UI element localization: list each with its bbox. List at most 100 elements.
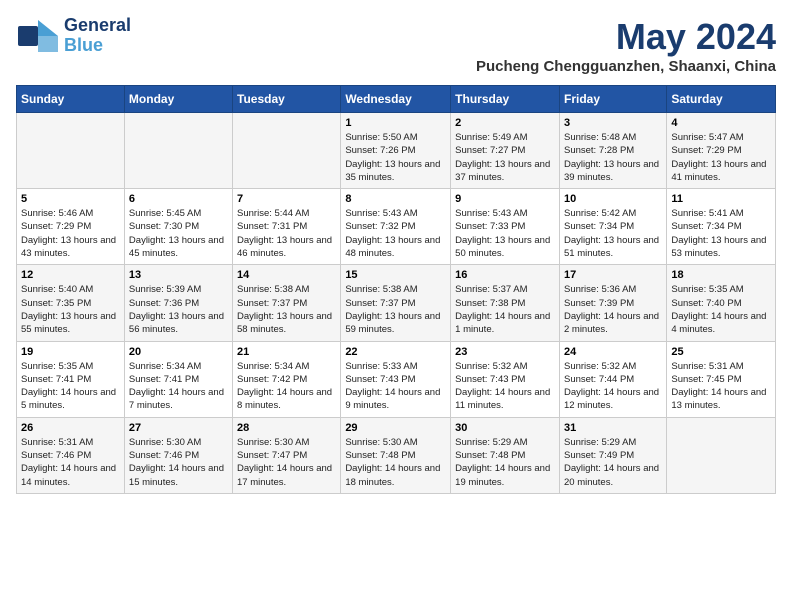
day-number: 8 xyxy=(345,193,446,205)
page-header: General Blue May 2024 Pucheng Chengguanz… xyxy=(16,16,776,75)
day-cell: 11 Sunrise: 5:41 AM Sunset: 7:34 PM Dayli… xyxy=(667,189,776,265)
day-info: Sunrise: 5:38 AM Sunset: 7:37 PM Dayligh… xyxy=(237,283,336,336)
day-cell: 21Sunrise: 5:34 AM Sunset: 7:42 PM Dayli… xyxy=(233,341,341,417)
day-cell: 26Sunrise: 5:31 AM Sunset: 7:46 PM Dayli… xyxy=(17,417,125,493)
day-number: 18 xyxy=(671,269,771,281)
day-cell: 7 Sunrise: 5:44 AM Sunset: 7:31 PM Daylig… xyxy=(233,189,341,265)
day-number: 20 xyxy=(129,346,228,358)
day-info: Sunrise: 5:43 AM Sunset: 7:33 PM Dayligh… xyxy=(455,207,555,260)
day-info: Sunrise: 5:38 AM Sunset: 7:37 PM Dayligh… xyxy=(345,283,446,336)
day-cell: 18 Sunrise: 5:35 AM Sunset: 7:40 PM Dayli… xyxy=(667,265,776,341)
day-number: 31 xyxy=(564,422,662,434)
day-number: 12 xyxy=(21,269,120,281)
day-number: 4 xyxy=(671,117,771,129)
weekday-header-tuesday: Tuesday xyxy=(233,86,341,113)
title-block: May 2024 Pucheng Chengguanzhen, Shaanxi,… xyxy=(476,16,776,75)
day-number: 29 xyxy=(345,422,446,434)
day-info: Sunrise: 5:43 AM Sunset: 7:32 PM Dayligh… xyxy=(345,207,446,260)
day-info: Sunrise: 5:35 AM Sunset: 7:41 PM Dayligh… xyxy=(21,360,120,413)
day-cell: 28Sunrise: 5:30 AM Sunset: 7:47 PM Dayli… xyxy=(233,417,341,493)
day-number: 10 xyxy=(564,193,662,205)
day-number: 11 xyxy=(671,193,771,205)
day-number: 5 xyxy=(21,193,120,205)
day-cell xyxy=(17,113,125,189)
day-info: Sunrise: 5:33 AM Sunset: 7:43 PM Dayligh… xyxy=(345,360,446,413)
logo: General Blue xyxy=(16,16,131,56)
day-cell: 29 Sunrise: 5:30 AM Sunset: 7:48 PM Dayli… xyxy=(341,417,451,493)
week-row-5: 26Sunrise: 5:31 AM Sunset: 7:46 PM Dayli… xyxy=(17,417,776,493)
day-info: Sunrise: 5:41 AM Sunset: 7:34 PM Dayligh… xyxy=(671,207,771,260)
day-cell xyxy=(667,417,776,493)
day-info: Sunrise: 5:42 AM Sunset: 7:34 PM Dayligh… xyxy=(564,207,662,260)
day-info: Sunrise: 5:36 AM Sunset: 7:39 PM Dayligh… xyxy=(564,283,662,336)
day-number: 30 xyxy=(455,422,555,434)
day-number: 6 xyxy=(129,193,228,205)
logo-general: General xyxy=(64,16,131,36)
day-cell xyxy=(233,113,341,189)
day-cell: 19Sunrise: 5:35 AM Sunset: 7:41 PM Dayli… xyxy=(17,341,125,417)
day-cell: 23 Sunrise: 5:32 AM Sunset: 7:43 PM Dayli… xyxy=(451,341,560,417)
day-cell: 12Sunrise: 5:40 AM Sunset: 7:35 PM Dayli… xyxy=(17,265,125,341)
day-info: Sunrise: 5:37 AM Sunset: 7:38 PM Dayligh… xyxy=(455,283,555,336)
day-info: Sunrise: 5:44 AM Sunset: 7:31 PM Dayligh… xyxy=(237,207,336,260)
month-title: May 2024 xyxy=(476,16,776,58)
week-row-4: 19Sunrise: 5:35 AM Sunset: 7:41 PM Dayli… xyxy=(17,341,776,417)
day-info: Sunrise: 5:46 AM Sunset: 7:29 PM Dayligh… xyxy=(21,207,120,260)
day-cell: 25 Sunrise: 5:31 AM Sunset: 7:45 PM Dayli… xyxy=(667,341,776,417)
day-info: Sunrise: 5:48 AM Sunset: 7:28 PM Dayligh… xyxy=(564,131,662,184)
day-cell: 8 Sunrise: 5:43 AM Sunset: 7:32 PM Daylig… xyxy=(341,189,451,265)
day-cell: 16 Sunrise: 5:37 AM Sunset: 7:38 PM Dayli… xyxy=(451,265,560,341)
day-number: 23 xyxy=(455,346,555,358)
week-row-2: 5 Sunrise: 5:46 AM Sunset: 7:29 PM Daylig… xyxy=(17,189,776,265)
weekday-header-friday: Friday xyxy=(559,86,666,113)
day-cell: 30 Sunrise: 5:29 AM Sunset: 7:48 PM Dayli… xyxy=(451,417,560,493)
day-number: 9 xyxy=(455,193,555,205)
logo-blue: Blue xyxy=(64,36,131,56)
day-cell: 27 Sunrise: 5:30 AM Sunset: 7:46 PM Dayli… xyxy=(124,417,232,493)
day-info: Sunrise: 5:39 AM Sunset: 7:36 PM Dayligh… xyxy=(129,283,228,336)
day-number: 17 xyxy=(564,269,662,281)
day-info: Sunrise: 5:34 AM Sunset: 7:41 PM Dayligh… xyxy=(129,360,228,413)
day-info: Sunrise: 5:47 AM Sunset: 7:29 PM Dayligh… xyxy=(671,131,771,184)
day-number: 16 xyxy=(455,269,555,281)
day-info: Sunrise: 5:31 AM Sunset: 7:45 PM Dayligh… xyxy=(671,360,771,413)
day-cell: 24Sunrise: 5:32 AM Sunset: 7:44 PM Dayli… xyxy=(559,341,666,417)
day-number: 1 xyxy=(345,117,446,129)
day-info: Sunrise: 5:34 AM Sunset: 7:42 PM Dayligh… xyxy=(237,360,336,413)
day-number: 28 xyxy=(237,422,336,434)
day-cell: 10 Sunrise: 5:42 AM Sunset: 7:34 PM Dayli… xyxy=(559,189,666,265)
week-row-1: 1Sunrise: 5:50 AM Sunset: 7:26 PM Daylig… xyxy=(17,113,776,189)
day-number: 7 xyxy=(237,193,336,205)
day-cell: 1Sunrise: 5:50 AM Sunset: 7:26 PM Daylig… xyxy=(341,113,451,189)
day-info: Sunrise: 5:30 AM Sunset: 7:46 PM Dayligh… xyxy=(129,436,228,489)
day-number: 14 xyxy=(237,269,336,281)
day-cell xyxy=(124,113,232,189)
day-cell: 2 Sunrise: 5:49 AM Sunset: 7:27 PM Daylig… xyxy=(451,113,560,189)
day-cell: 13 Sunrise: 5:39 AM Sunset: 7:36 PM Dayli… xyxy=(124,265,232,341)
day-cell: 4 Sunrise: 5:47 AM Sunset: 7:29 PM Daylig… xyxy=(667,113,776,189)
calendar-body: 1Sunrise: 5:50 AM Sunset: 7:26 PM Daylig… xyxy=(17,113,776,494)
day-cell: 6 Sunrise: 5:45 AM Sunset: 7:30 PM Daylig… xyxy=(124,189,232,265)
weekday-header-saturday: Saturday xyxy=(667,86,776,113)
day-number: 2 xyxy=(455,117,555,129)
day-info: Sunrise: 5:29 AM Sunset: 7:48 PM Dayligh… xyxy=(455,436,555,489)
day-info: Sunrise: 5:45 AM Sunset: 7:30 PM Dayligh… xyxy=(129,207,228,260)
day-info: Sunrise: 5:32 AM Sunset: 7:43 PM Dayligh… xyxy=(455,360,555,413)
day-cell: 17 Sunrise: 5:36 AM Sunset: 7:39 PM Dayli… xyxy=(559,265,666,341)
day-cell: 5 Sunrise: 5:46 AM Sunset: 7:29 PM Daylig… xyxy=(17,189,125,265)
day-info: Sunrise: 5:32 AM Sunset: 7:44 PM Dayligh… xyxy=(564,360,662,413)
day-cell: 20 Sunrise: 5:34 AM Sunset: 7:41 PM Dayli… xyxy=(124,341,232,417)
day-number: 26 xyxy=(21,422,120,434)
day-number: 22 xyxy=(345,346,446,358)
day-cell: 9 Sunrise: 5:43 AM Sunset: 7:33 PM Daylig… xyxy=(451,189,560,265)
day-info: Sunrise: 5:35 AM Sunset: 7:40 PM Dayligh… xyxy=(671,283,771,336)
day-number: 15 xyxy=(345,269,446,281)
day-cell: 22 Sunrise: 5:33 AM Sunset: 7:43 PM Dayli… xyxy=(341,341,451,417)
weekday-header-monday: Monday xyxy=(124,86,232,113)
day-number: 25 xyxy=(671,346,771,358)
day-cell: 3Sunrise: 5:48 AM Sunset: 7:28 PM Daylig… xyxy=(559,113,666,189)
day-info: Sunrise: 5:30 AM Sunset: 7:48 PM Dayligh… xyxy=(345,436,446,489)
day-info: Sunrise: 5:49 AM Sunset: 7:27 PM Dayligh… xyxy=(455,131,555,184)
day-number: 27 xyxy=(129,422,228,434)
day-number: 13 xyxy=(129,269,228,281)
